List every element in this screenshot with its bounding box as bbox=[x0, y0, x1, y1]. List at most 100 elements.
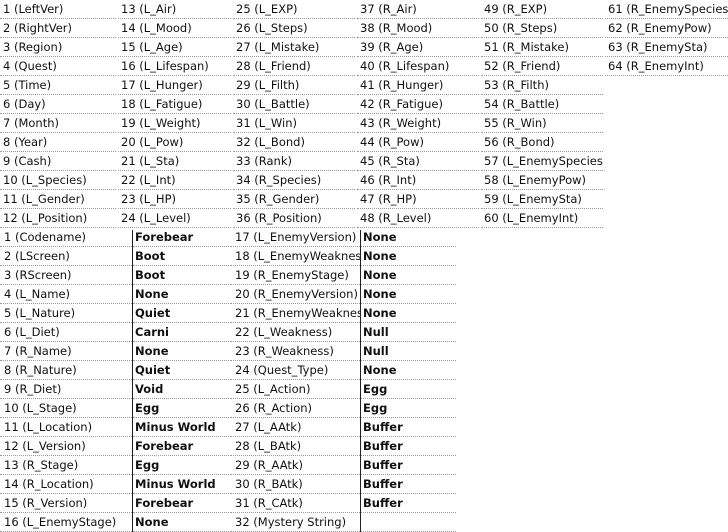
variable-cell: 64 (R_EnemyInt) bbox=[605, 57, 728, 76]
variable-value: Boot bbox=[133, 247, 231, 266]
variable-value: None bbox=[361, 361, 456, 380]
variable-value: None bbox=[133, 342, 231, 361]
variable-cell: 35 (R_Gender) bbox=[233, 190, 355, 209]
variable-name: 27 (L_AAtk) bbox=[231, 418, 360, 437]
variable-cell: 17 (L_Hunger) bbox=[118, 76, 231, 95]
variable-value: Forebear bbox=[133, 228, 231, 247]
variable-cell: 36 (R_Position) bbox=[233, 209, 355, 228]
variable-name: 7 (R_Name) bbox=[0, 342, 132, 361]
variable-name: 6 (L_Diet) bbox=[0, 323, 132, 342]
variable-value: None bbox=[361, 304, 456, 323]
variable-cell: 55 (R_Win) bbox=[481, 114, 603, 133]
variable-value: None bbox=[361, 285, 456, 304]
variable-cell: 40 (R_Lifespan) bbox=[357, 57, 479, 76]
variable-name: 1 (Codename) bbox=[0, 228, 132, 247]
variable-name: 21 (R_EnemyWeakness) bbox=[231, 304, 360, 323]
variable-cell: 18 (L_Fatigue) bbox=[118, 95, 231, 114]
variable-name: 2 (LScreen) bbox=[0, 247, 132, 266]
variable-cell: 44 (R_Pow) bbox=[357, 133, 479, 152]
variable-value: Buffer bbox=[361, 456, 456, 475]
variable-cell: 52 (R_Friend) bbox=[481, 57, 603, 76]
variable-cell: 22 (L_Int) bbox=[118, 171, 231, 190]
column-divider bbox=[360, 230, 361, 532]
variable-cell: 10 (L_Species) bbox=[0, 171, 116, 190]
variable-name: 16 (L_EnemyStage) bbox=[0, 513, 132, 532]
variable-name: 18 (L_EnemyWeakness) bbox=[231, 247, 360, 266]
variable-name: 20 (R_EnemyVersion) bbox=[231, 285, 360, 304]
variable-cell: 39 (R_Age) bbox=[357, 38, 479, 57]
variable-value: Minus World bbox=[133, 475, 231, 494]
variable-value: Quiet bbox=[133, 361, 231, 380]
variable-name: 17 (L_EnemyVersion) bbox=[231, 228, 360, 247]
variable-cell: 29 (L_Filth) bbox=[233, 76, 355, 95]
variable-name: 29 (R_AAtk) bbox=[231, 456, 360, 475]
variable-value: Boot bbox=[133, 266, 231, 285]
variable-cell: 50 (R_Steps) bbox=[481, 19, 603, 38]
variable-cell: 59 (L_EnemySta) bbox=[481, 190, 603, 209]
variable-cell: 26 (L_Steps) bbox=[233, 19, 355, 38]
column-divider bbox=[132, 230, 133, 532]
variable-cell: 60 (L_EnemyInt) bbox=[481, 209, 603, 228]
variable-cell: 32 (L_Bond) bbox=[233, 133, 355, 152]
variable-name: 5 (L_Nature) bbox=[0, 304, 132, 323]
variable-cell: 49 (R_EXP) bbox=[481, 0, 603, 19]
variable-cell: 43 (R_Weight) bbox=[357, 114, 479, 133]
variable-cell: 28 (L_Friend) bbox=[233, 57, 355, 76]
variable-value: None bbox=[133, 285, 231, 304]
variable-cell: 63 (R_EnemySta) bbox=[605, 38, 728, 57]
variable-cell: 23 (L_HP) bbox=[118, 190, 231, 209]
variable-cell: 19 (L_Weight) bbox=[118, 114, 231, 133]
variable-name: 8 (R_Nature) bbox=[0, 361, 132, 380]
variable-name: 24 (Quest_Type) bbox=[231, 361, 360, 380]
variable-cell: 45 (R_Sta) bbox=[357, 152, 479, 171]
variable-name: 3 (RScreen) bbox=[0, 266, 132, 285]
variable-value: Null bbox=[361, 342, 456, 361]
variable-value: None bbox=[361, 266, 456, 285]
variable-cell: 38 (R_Mood) bbox=[357, 19, 479, 38]
variable-cell: 16 (L_Lifespan) bbox=[118, 57, 231, 76]
variable-cell: 12 (L_Position) bbox=[0, 209, 116, 228]
variable-value: None bbox=[133, 513, 231, 532]
variable-value: None bbox=[361, 247, 456, 266]
variable-cell: 3 (Region) bbox=[0, 38, 116, 57]
variable-cell: 37 (R_Air) bbox=[357, 0, 479, 19]
variable-value: Buffer bbox=[361, 494, 456, 513]
variable-value: Buffer bbox=[361, 437, 456, 456]
variable-cell: 41 (R_Hunger) bbox=[357, 76, 479, 95]
variable-cell: 46 (R_Int) bbox=[357, 171, 479, 190]
variable-cell: 48 (R_Level) bbox=[357, 209, 479, 228]
variable-value: Egg bbox=[133, 456, 231, 475]
variable-value: Void bbox=[133, 380, 231, 399]
variable-name: 13 (R_Stage) bbox=[0, 456, 132, 475]
variable-value: Egg bbox=[361, 399, 456, 418]
variable-cell: 56 (R_Bond) bbox=[481, 133, 603, 152]
variable-value: Egg bbox=[133, 399, 231, 418]
variable-cell: 14 (L_Mood) bbox=[118, 19, 231, 38]
variable-cell: 21 (L_Sta) bbox=[118, 152, 231, 171]
variable-cell: 33 (Rank) bbox=[233, 152, 355, 171]
variable-cell: 1 (LeftVer) bbox=[0, 0, 116, 19]
variable-value: Carni bbox=[133, 323, 231, 342]
variable-name: 15 (R_Version) bbox=[0, 494, 132, 513]
variable-cell: 8 (Year) bbox=[0, 133, 116, 152]
variable-cell: 24 (L_Level) bbox=[118, 209, 231, 228]
variable-value: Forebear bbox=[133, 437, 231, 456]
variable-cell: 47 (R_HP) bbox=[357, 190, 479, 209]
variable-value: Buffer bbox=[361, 475, 456, 494]
variable-value: Buffer bbox=[361, 418, 456, 437]
variable-name: 12 (L_Version) bbox=[0, 437, 132, 456]
variable-cell: 27 (L_Mistake) bbox=[233, 38, 355, 57]
variable-cell: 20 (L_Pow) bbox=[118, 133, 231, 152]
variable-cell: 62 (R_EnemyPow) bbox=[605, 19, 728, 38]
variable-cell: 4 (Quest) bbox=[0, 57, 116, 76]
variable-cell: 58 (L_EnemyPow) bbox=[481, 171, 603, 190]
variable-value: Quiet bbox=[133, 304, 231, 323]
variable-cell: 9 (Cash) bbox=[0, 152, 116, 171]
variable-cell: 42 (R_Fatigue) bbox=[357, 95, 479, 114]
variable-cell: 5 (Time) bbox=[0, 76, 116, 95]
variable-cell: 25 (L_EXP) bbox=[233, 0, 355, 19]
variable-cell: 54 (R_Battle) bbox=[481, 95, 603, 114]
variable-name: 28 (L_BAtk) bbox=[231, 437, 360, 456]
variable-name: 25 (L_Action) bbox=[231, 380, 360, 399]
variable-cell: 53 (R_Filth) bbox=[481, 76, 603, 95]
